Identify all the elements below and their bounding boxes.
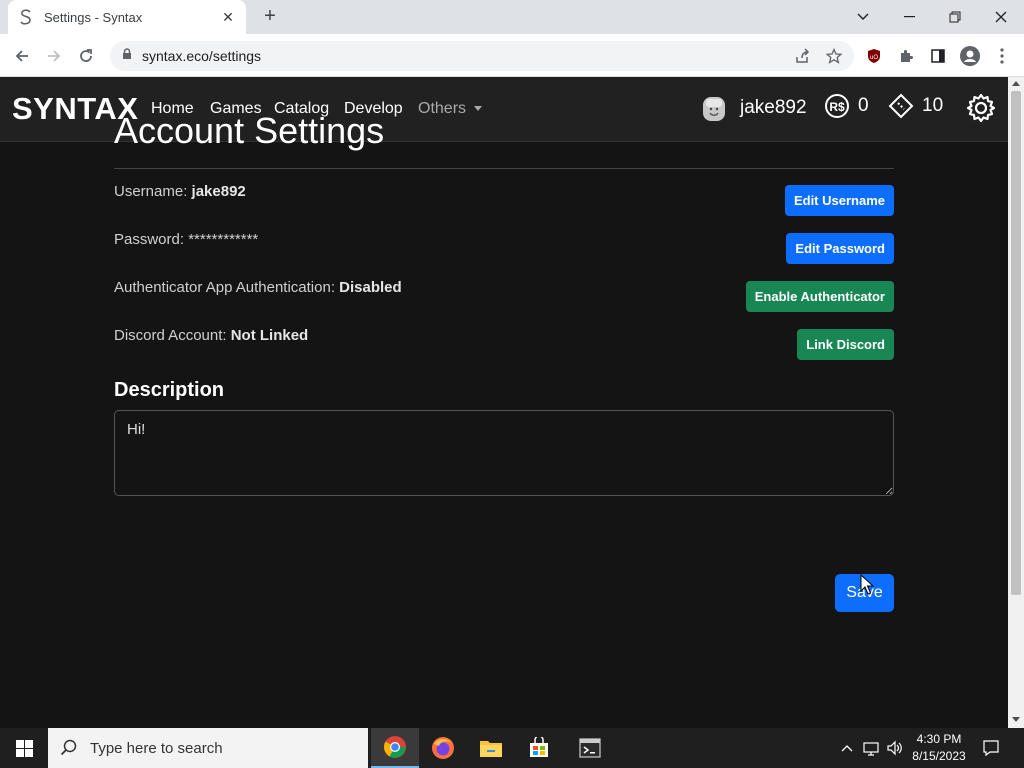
scroll-up-arrow-icon[interactable] [1012, 81, 1020, 86]
description-heading: Description [114, 379, 225, 401]
page-scrollbar[interactable] [1008, 77, 1024, 728]
scroll-down-arrow-icon[interactable] [1012, 717, 1020, 722]
windows-taskbar: Type here to search 4:30 PM 8/15/2023 [0, 728, 1024, 768]
browser-tabstrip: Settings - Syntax ✕ + [0, 0, 1024, 34]
clock-date: 8/15/2023 [912, 749, 966, 763]
discord-status: Not Linked [230, 327, 309, 344]
address-bar[interactable]: syntax.eco/settings [110, 41, 854, 71]
restore-button[interactable] [932, 0, 978, 34]
microsoft-store-taskbar-icon[interactable] [515, 728, 563, 768]
discord-row: Discord Account: Not Linked Link Discord [114, 323, 894, 371]
password-label: Password: ************ [114, 231, 259, 248]
settings-panel: Account Settings Username: jake892 Edit … [114, 104, 894, 612]
firefox-taskbar-icon[interactable] [419, 728, 467, 768]
network-icon[interactable] [860, 728, 882, 768]
tray-chevron-up-icon[interactable] [838, 728, 856, 768]
password-value: ************ [188, 231, 259, 248]
svg-text:uO: uO [870, 55, 878, 61]
description-textarea[interactable]: Hi! [114, 410, 894, 496]
tab-search-icon[interactable] [840, 0, 886, 34]
tab-close-icon[interactable]: ✕ [220, 9, 236, 25]
chrome-taskbar-icon[interactable] [371, 728, 419, 768]
authenticator-row: Authenticator App Authentication: Disabl… [114, 275, 894, 323]
reload-icon[interactable] [72, 42, 100, 70]
username-label: Username: jake892 [114, 183, 246, 200]
username-row: Username: jake892 Edit Username [114, 179, 894, 227]
notification-center-icon[interactable] [978, 728, 1004, 768]
authenticator-status: Disabled [339, 279, 402, 296]
tickets-balance[interactable]: 10 [888, 93, 943, 119]
link-discord-button[interactable]: Link Discord [797, 329, 894, 360]
new-tab-button[interactable]: + [258, 5, 282, 29]
back-icon[interactable] [8, 42, 36, 70]
forward-icon[interactable] [40, 42, 68, 70]
syntax-favicon-icon [18, 9, 34, 25]
username-value: jake892 [191, 183, 246, 200]
terminal-app-taskbar-icon[interactable] [566, 728, 614, 768]
edit-password-button[interactable]: Edit Password [786, 233, 894, 264]
extensions-puzzle-icon[interactable] [892, 42, 920, 70]
search-icon [60, 739, 77, 756]
clock-time: 4:30 PM [916, 732, 962, 746]
ublock-icon[interactable]: uO [860, 42, 888, 70]
minimize-button[interactable] [886, 0, 932, 34]
mouse-cursor-icon [860, 574, 874, 595]
taskbar-clock[interactable]: 4:30 PM 8/15/2023 [906, 731, 972, 765]
file-explorer-taskbar-icon[interactable] [467, 728, 515, 768]
browser-menu-icon[interactable] [988, 42, 1016, 70]
discord-label: Discord Account: Not Linked [114, 327, 309, 344]
lock-icon[interactable] [122, 47, 132, 65]
bookmark-star-icon[interactable] [820, 42, 848, 70]
browser-tab[interactable]: Settings - Syntax ✕ [8, 0, 246, 34]
windows-start-icon[interactable] [0, 728, 48, 768]
share-icon[interactable] [788, 42, 816, 70]
profile-avatar-icon[interactable] [956, 42, 984, 70]
authenticator-label: Authenticator App Authentication: Disabl… [114, 279, 402, 296]
edit-username-button[interactable]: Edit Username [784, 185, 894, 216]
title-divider [114, 168, 894, 169]
close-window-button[interactable] [978, 0, 1024, 34]
tickets-count: 10 [922, 95, 944, 116]
url-text: syntax.eco/settings [142, 48, 262, 64]
taskbar-search-placeholder: Type here to search [90, 739, 223, 757]
settings-gear-icon[interactable] [966, 93, 996, 123]
password-row: Password: ************ Edit Password [114, 227, 894, 275]
page-title: Account Settings [114, 110, 385, 151]
tab-title: Settings - Syntax [44, 9, 143, 25]
volume-icon[interactable] [884, 728, 906, 768]
scrollbar-thumb[interactable] [1011, 91, 1021, 595]
side-panel-icon[interactable] [924, 42, 952, 70]
taskbar-search-box[interactable]: Type here to search [48, 728, 368, 768]
browser-toolbar: syntax.eco/settings uO [0, 34, 1024, 77]
enable-authenticator-button[interactable]: Enable Authenticator [745, 281, 894, 312]
